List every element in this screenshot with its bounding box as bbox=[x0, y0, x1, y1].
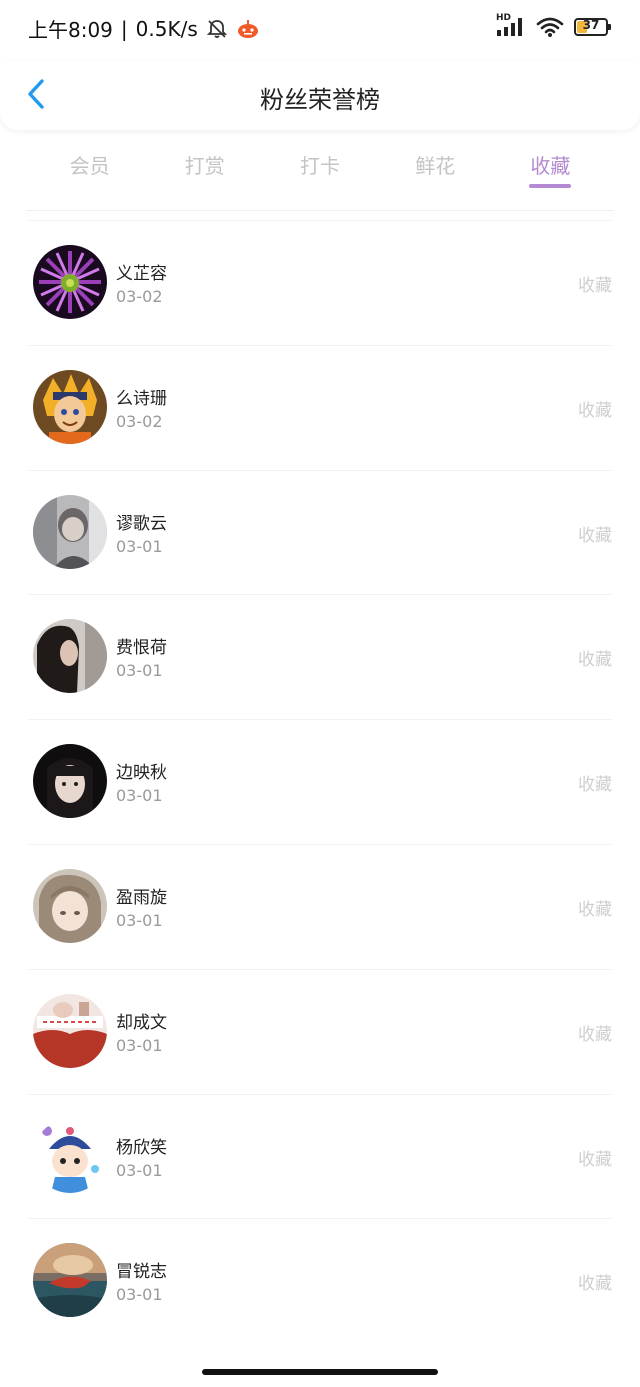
fan-date: 03-01 bbox=[116, 1160, 163, 1180]
tab-bar: 会员 打赏 打卡 鲜花 收藏 bbox=[32, 140, 608, 196]
list-item[interactable]: 费恨荷 03-01 收藏 bbox=[28, 594, 612, 719]
action-label: 收藏 bbox=[578, 1024, 612, 1045]
wifi-icon bbox=[536, 16, 564, 38]
battery-level-text: 37 bbox=[582, 18, 600, 32]
action-label: 收藏 bbox=[578, 1274, 612, 1295]
fan-date: 03-01 bbox=[116, 910, 163, 930]
status-time: 上午8:09 bbox=[28, 18, 113, 42]
fan-name: 冒锐志 bbox=[116, 1262, 167, 1283]
list-item[interactable]: 么诗珊 03-02 收藏 bbox=[28, 344, 612, 470]
avatar[interactable] bbox=[33, 494, 107, 569]
tab-label: 会员 bbox=[69, 154, 110, 178]
active-tab-indicator bbox=[529, 184, 572, 188]
fan-name: 盈雨旋 bbox=[116, 887, 167, 908]
app-notification-icon bbox=[236, 18, 260, 40]
status-left: 上午8:09 | 0.5K/s bbox=[28, 14, 260, 43]
fan-date: 03-02 bbox=[116, 411, 163, 431]
list-item[interactable]: 谬歌云 03-01 收藏 bbox=[28, 469, 612, 595]
signal-icon: HD bbox=[496, 13, 526, 38]
tab-label: 收藏 bbox=[530, 154, 571, 178]
tab-label: 打卡 bbox=[300, 154, 340, 178]
action-label: 收藏 bbox=[578, 899, 612, 920]
tab-favorites[interactable]: 收藏 bbox=[493, 140, 608, 196]
hd-label: HD bbox=[496, 13, 512, 23]
tab-label: 鲜花 bbox=[415, 154, 456, 178]
status-separator: | bbox=[120, 16, 128, 41]
action-label: 收藏 bbox=[578, 276, 612, 296]
action-label: 收藏 bbox=[578, 1149, 612, 1170]
header: 粉丝荣誉榜 bbox=[0, 60, 640, 130]
avatar[interactable] bbox=[33, 245, 107, 319]
status-network-speed: 0.5K/s bbox=[135, 16, 198, 41]
fan-name: 么诗珊 bbox=[116, 388, 167, 409]
list-item[interactable]: 冒锐志 03-01 收藏 bbox=[28, 1218, 612, 1343]
avatar[interactable] bbox=[33, 868, 107, 943]
list-item[interactable]: 义芷容 03-02 收藏 bbox=[28, 220, 612, 345]
list-item[interactable]: 杨欣笑 03-01 收藏 bbox=[28, 1093, 612, 1219]
action-label: 收藏 bbox=[578, 650, 612, 671]
list-item[interactable]: 边映秋 03-01 收藏 bbox=[28, 719, 612, 844]
avatar[interactable] bbox=[33, 744, 107, 819]
avatar[interactable] bbox=[33, 1118, 107, 1193]
action-label: 收藏 bbox=[578, 400, 612, 421]
action-label: 收藏 bbox=[578, 525, 612, 546]
avatar[interactable] bbox=[33, 1243, 107, 1318]
divider bbox=[26, 210, 614, 211]
avatar[interactable] bbox=[33, 369, 107, 444]
screen: 上午8:09 | 0.5K/s HD 37 粉丝荣誉榜 会员 打赏 打卡 鲜花 … bbox=[0, 0, 640, 1387]
mute-bell-icon bbox=[206, 18, 228, 40]
tab-flowers[interactable]: 鲜花 bbox=[378, 140, 493, 196]
page-title: 粉丝荣誉榜 bbox=[260, 86, 380, 114]
fan-date: 03-01 bbox=[116, 661, 163, 681]
list-item[interactable]: 盈雨旋 03-01 收藏 bbox=[28, 843, 612, 969]
battery-cap bbox=[608, 24, 611, 30]
tab-reward[interactable]: 打赏 bbox=[147, 140, 262, 196]
home-indicator[interactable] bbox=[202, 1369, 438, 1375]
avatar[interactable] bbox=[33, 619, 107, 694]
fan-name: 杨欣笑 bbox=[116, 1137, 167, 1158]
fan-list: 义芷容 03-02 收藏 么诗珊 03-02 收藏 谬歌云 03-01 收藏 费… bbox=[0, 220, 640, 1343]
fan-date: 03-01 bbox=[116, 1035, 163, 1055]
action-label: 收藏 bbox=[578, 775, 612, 796]
fan-date: 03-01 bbox=[116, 536, 163, 556]
fan-date: 03-01 bbox=[116, 1285, 163, 1305]
fan-name: 却成文 bbox=[116, 1012, 167, 1033]
battery-icon: 37 bbox=[574, 18, 611, 36]
list-item[interactable]: 却成文 03-01 收藏 bbox=[28, 968, 612, 1094]
tab-checkin[interactable]: 打卡 bbox=[262, 140, 377, 196]
fan-name: 边映秋 bbox=[116, 763, 167, 784]
tab-member[interactable]: 会员 bbox=[32, 140, 147, 196]
status-right: HD 37 bbox=[496, 13, 611, 38]
fan-name: 义芷容 bbox=[116, 264, 167, 284]
fan-name: 谬歌云 bbox=[116, 513, 167, 534]
tab-label: 打赏 bbox=[184, 154, 225, 178]
fan-date: 03-01 bbox=[116, 786, 163, 806]
status-bar: 上午8:09 | 0.5K/s HD 37 bbox=[0, 0, 640, 60]
avatar[interactable] bbox=[33, 993, 107, 1068]
fan-date: 03-02 bbox=[116, 287, 163, 306]
fan-name: 费恨荷 bbox=[116, 638, 167, 659]
